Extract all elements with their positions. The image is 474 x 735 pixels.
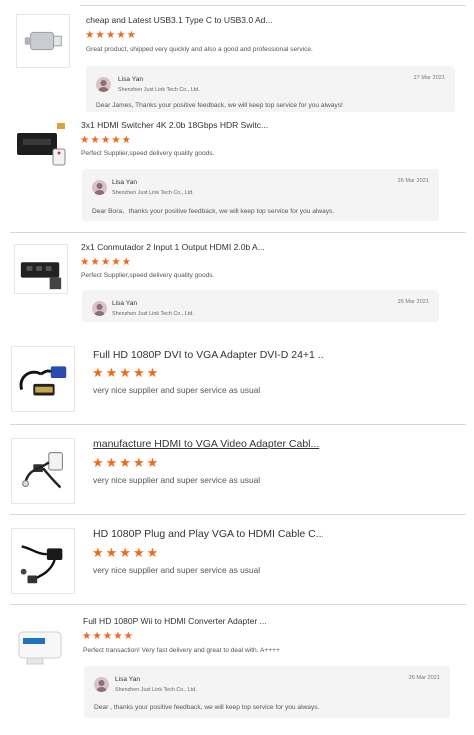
avatar: [92, 301, 107, 316]
reply-date: 26 Mar 2021: [397, 178, 429, 184]
wii-hdmi-adapter-icon: [18, 631, 62, 665]
rating-stars: ★★★★★: [82, 630, 135, 642]
divider: [10, 424, 466, 425]
product-thumbnail[interactable]: [14, 244, 68, 294]
product-title[interactable]: HD 1080P Plug and Play VGA to HDMI Cable…: [93, 528, 323, 540]
hdmi-switch-icon: [20, 262, 62, 290]
reply-author-name: Lisa Yan: [118, 76, 144, 83]
product-title[interactable]: manufacture HDMI to VGA Video Adapter Ca…: [93, 438, 323, 450]
dvi-vga-adapter-icon: [19, 366, 67, 396]
review-comment: Perfect transaction! Very fast delivery …: [83, 647, 280, 654]
reply-company: Shenzhen Just Link Tech Co., Ltd.: [115, 687, 197, 693]
reply-date: 26 Mar 2021: [408, 675, 440, 681]
reply-author-name: Lisa Yan: [112, 300, 138, 307]
reply-date: 27 Mar 2021: [413, 75, 445, 81]
review-item: HD 1080P Plug and Play VGA to HDMI Cable…: [0, 518, 474, 605]
rating-stars: ★★★★★: [92, 455, 161, 470]
rating-stars: ★★★★★: [80, 256, 133, 268]
product-thumbnail[interactable]: [16, 14, 70, 68]
product-thumbnail[interactable]: [11, 528, 75, 594]
review-comment: very nice supplier and super service as …: [93, 475, 261, 485]
vga-hdmi-cable-icon: [20, 545, 63, 584]
seller-reply: Lisa Yan Shenzhen Just Link Tech Co., Lt…: [84, 666, 450, 718]
review-comment: very nice supplier and super service as …: [93, 385, 261, 395]
reply-company: Shenzhen Just Link Tech Co., Ltd.: [112, 311, 194, 317]
review-item: Full HD 1080P Wii to HDMI Converter Adap…: [0, 610, 474, 732]
avatar: [94, 677, 109, 692]
product-title[interactable]: Full HD 1080P DVI to VGA Adapter DVI-D 2…: [93, 349, 323, 361]
seller-reply: Lisa Yan Shenzhen Just Link Tech Co., Lt…: [82, 290, 439, 322]
reply-author-name: Lisa Yan: [115, 676, 141, 683]
reply-date: 26 Mar 2021: [397, 299, 429, 305]
hdmi-switcher-icon: [17, 123, 66, 166]
review-item: 3x1 HDMI Switcher 4K 2.0b 18Gbps HDR Swi…: [0, 114, 474, 234]
review-item: cheap and Latest USB3.1 Type C to USB3.0…: [0, 0, 474, 118]
rating-stars: ★★★★★: [85, 29, 138, 41]
reply-company: Shenzhen Just Link Tech Co., Ltd.: [118, 87, 200, 93]
divider: [80, 5, 466, 6]
seller-reply: Lisa Yan Shenzhen Just Link Tech Co., Lt…: [86, 66, 455, 112]
reply-text: Dear , thanks your positive feedback, we…: [94, 704, 320, 711]
product-title[interactable]: cheap and Latest USB3.1 Type C to USB3.0…: [86, 15, 276, 25]
seller-reply: Lisa Yan Shenzhen Just Link Tech Co., Lt…: [82, 169, 439, 221]
rating-stars: ★★★★★: [80, 134, 133, 146]
review-comment: Perfect Supplier,speed delivery quality …: [81, 272, 215, 279]
product-title[interactable]: 3x1 HDMI Switcher 4K 2.0b 18Gbps HDR Swi…: [81, 120, 271, 130]
rating-stars: ★★★★★: [92, 545, 161, 560]
review-item: Full HD 1080P DVI to VGA Adapter DVI-D 2…: [0, 336, 474, 425]
product-thumbnail[interactable]: [13, 119, 67, 171]
product-thumbnail[interactable]: [13, 616, 67, 674]
product-thumbnail[interactable]: [11, 438, 75, 504]
product-title[interactable]: Full HD 1080P Wii to HDMI Converter Adap…: [83, 616, 273, 626]
avatar: [96, 77, 111, 92]
reply-company: Shenzhen Just Link Tech Co., Ltd.: [112, 190, 194, 196]
product-title[interactable]: 2x1 Conmutador 2 Input 1 Output HDMI 2.0…: [81, 242, 271, 252]
product-thumbnail[interactable]: [11, 346, 75, 412]
usb-adapter-icon: [24, 31, 62, 51]
rating-stars: ★★★★★: [92, 365, 161, 380]
divider: [10, 604, 466, 605]
divider: [10, 514, 466, 515]
review-item: 2x1 Conmutador 2 Input 1 Output HDMI 2.0…: [0, 236, 474, 328]
reply-text: Dear Bora、thanks your positive feedback,…: [92, 208, 335, 215]
avatar: [92, 180, 107, 195]
reply-text: Dear James, Thanks your positive feedbac…: [96, 102, 343, 109]
divider: [10, 232, 466, 233]
review-item: manufacture HDMI to VGA Video Adapter Ca…: [0, 428, 474, 515]
reply-author-name: Lisa Yan: [112, 179, 138, 186]
hdmi-vga-adapter-icon: [22, 452, 63, 489]
review-comment: Great product, shipped very quickly and …: [86, 46, 313, 53]
review-comment: very nice supplier and super service as …: [93, 565, 261, 575]
review-comment: Perfect Supplier,speed delivery quality …: [81, 150, 215, 157]
